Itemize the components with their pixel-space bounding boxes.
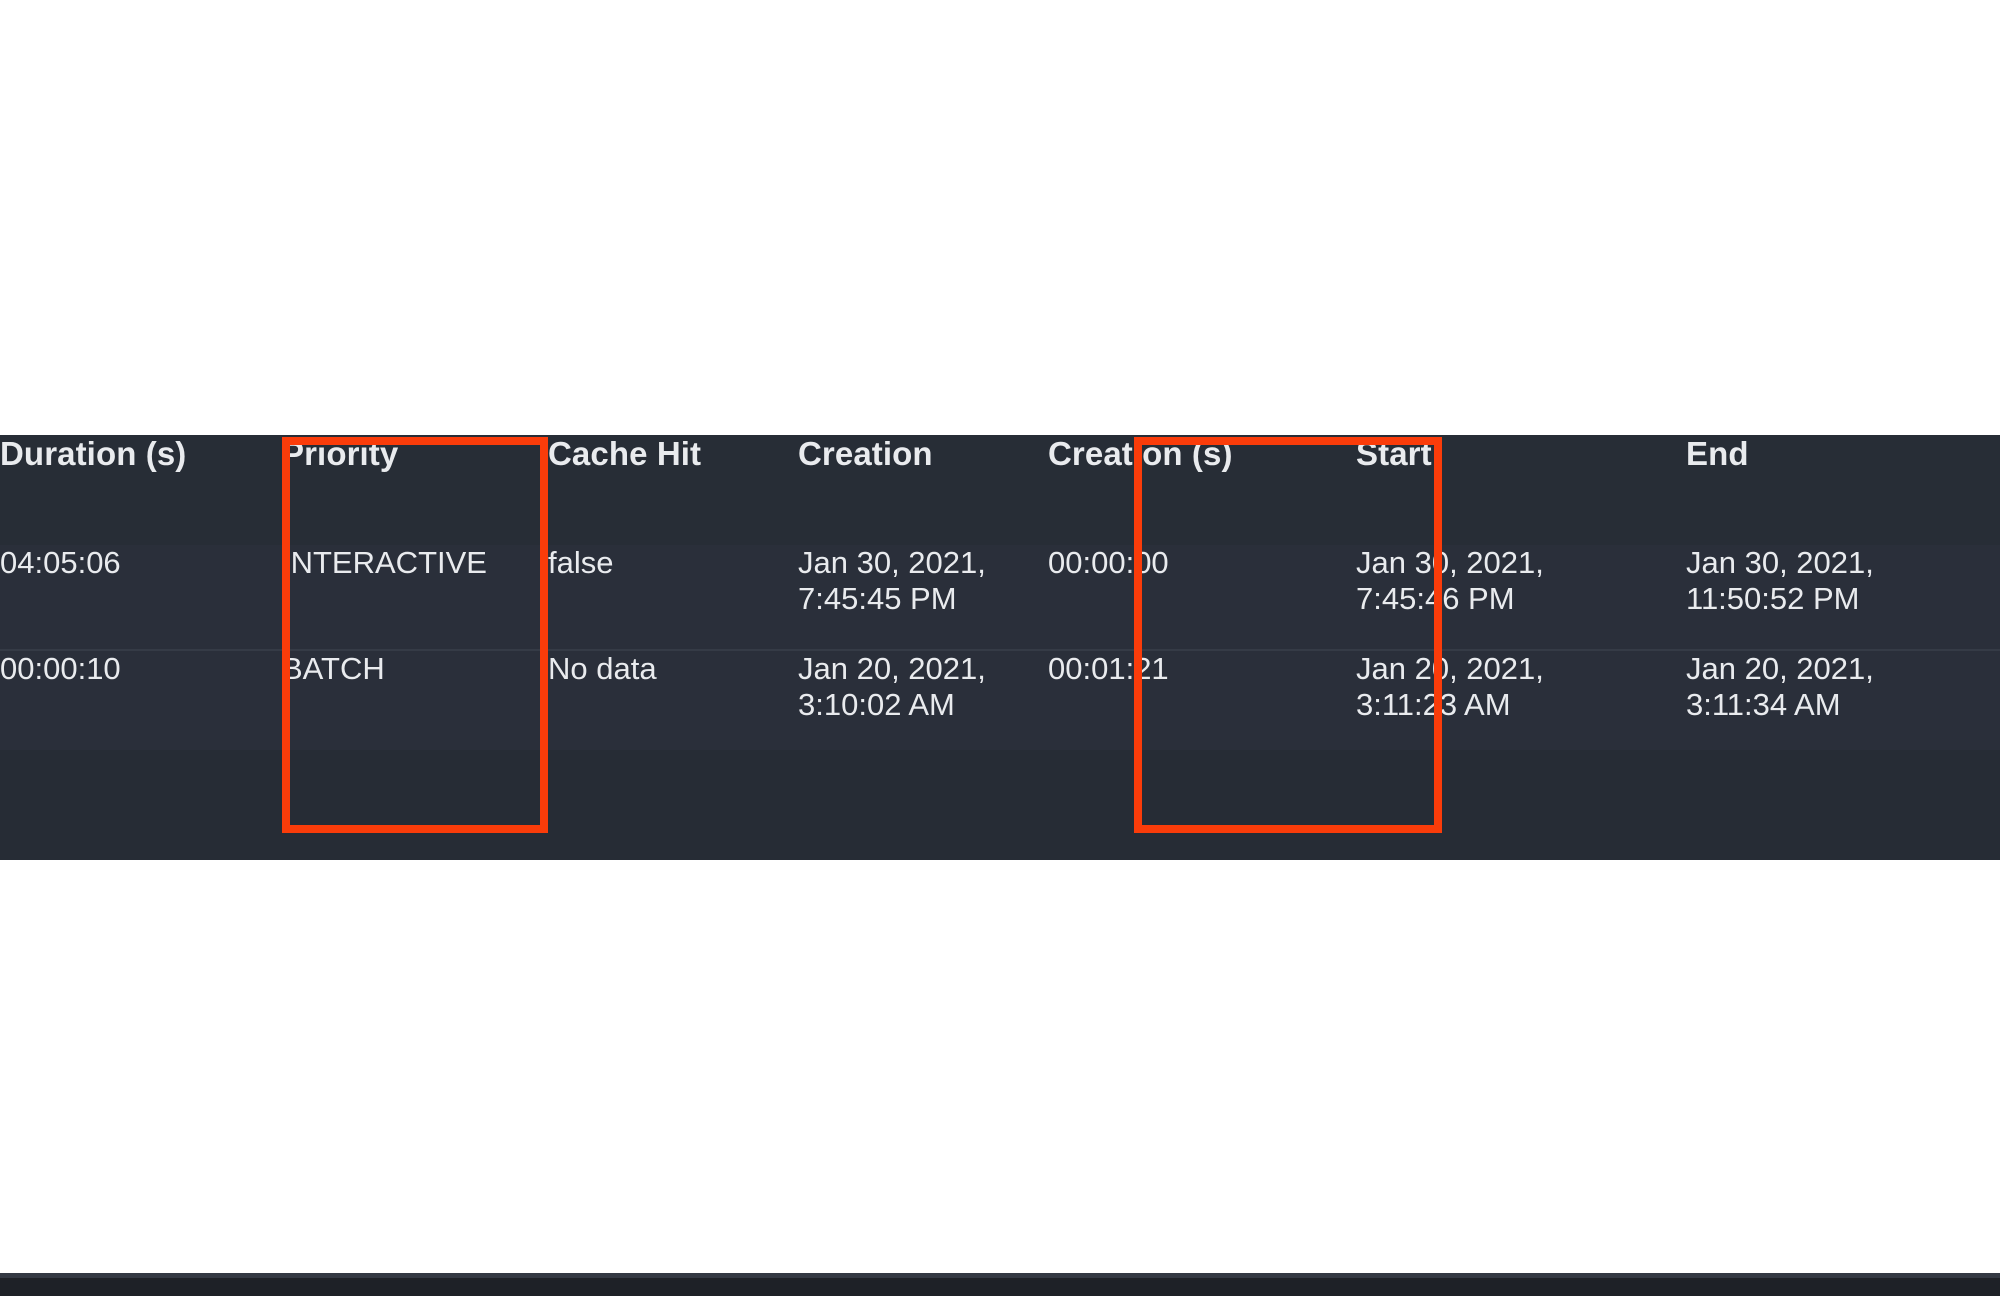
column-header-duration[interactable]: Duration (s) <box>0 435 282 545</box>
cell-cache-hit: No data <box>548 649 798 750</box>
start-date: Jan 30, 2021, <box>1356 545 1544 580</box>
duration-value: 00:00:10 <box>0 651 121 686</box>
cell-cache-hit: false <box>548 545 798 650</box>
cell-creation: Jan 30, 2021, 7:45:45 PM <box>798 545 1048 650</box>
horizontal-scrollbar[interactable] <box>0 1278 2000 1296</box>
column-header-cache-hit[interactable]: Cache Hit <box>548 435 798 545</box>
cell-priority: INTERACTIVE <box>282 545 548 650</box>
cell-creation: Jan 20, 2021, 3:10:02 AM <box>798 649 1048 750</box>
column-header-start[interactable]: Start <box>1356 435 1686 545</box>
column-header-end[interactable]: End <box>1686 435 2000 545</box>
cell-end: Jan 20, 2021, 3:11:34 AM <box>1686 649 2000 750</box>
table-body: 04:05:06 INTERACTIVE false Jan 30, 2021,… <box>0 545 2000 750</box>
creation-seconds-value: 00:00:00 <box>1048 545 1169 580</box>
column-header-creation[interactable]: Creation <box>798 435 1048 545</box>
column-header-priority[interactable]: Priority <box>282 435 548 545</box>
cell-duration: 00:00:10 <box>0 649 282 750</box>
priority-value: BATCH <box>282 651 385 686</box>
cell-start: Jan 20, 2021, 3:11:23 AM <box>1356 649 1686 750</box>
cell-creation-seconds: 00:00:00 <box>1048 545 1356 650</box>
cell-start: Jan 30, 2021, 7:45:46 PM <box>1356 545 1686 650</box>
start-date: Jan 20, 2021, <box>1356 651 1544 686</box>
start-time: 3:11:23 AM <box>1356 687 1511 722</box>
creation-date: Jan 20, 2021, <box>798 651 986 686</box>
cache-hit-value: false <box>548 545 614 580</box>
cell-duration: 04:05:06 <box>0 545 282 650</box>
creation-seconds-value: 00:01:21 <box>1048 651 1169 686</box>
cell-priority: BATCH <box>282 649 548 750</box>
job-results-table: Duration (s) Priority Cache Hit Creation… <box>0 435 2000 750</box>
duration-value: 04:05:06 <box>0 545 121 580</box>
cell-creation-seconds: 00:01:21 <box>1048 649 1356 750</box>
priority-value: INTERACTIVE <box>282 545 487 580</box>
results-table-container: Duration (s) Priority Cache Hit Creation… <box>0 435 2000 1296</box>
column-header-creation-seconds[interactable]: Creation (s) <box>1048 435 1356 545</box>
end-date: Jan 30, 2021, <box>1686 545 1874 580</box>
end-time: 3:11:34 AM <box>1686 687 1841 722</box>
creation-time: 7:45:45 PM <box>798 581 957 616</box>
table-header: Duration (s) Priority Cache Hit Creation… <box>0 435 2000 545</box>
table-row[interactable]: 04:05:06 INTERACTIVE false Jan 30, 2021,… <box>0 545 2000 650</box>
cache-hit-value: No data <box>548 651 657 686</box>
creation-time: 3:10:02 AM <box>798 687 955 722</box>
table-row[interactable]: 00:00:10 BATCH No data Jan 20, 2021, 3:1… <box>0 649 2000 750</box>
end-time: 11:50:52 PM <box>1686 581 1860 616</box>
end-date: Jan 20, 2021, <box>1686 651 1874 686</box>
cell-end: Jan 30, 2021, 11:50:52 PM <box>1686 545 2000 650</box>
creation-date: Jan 30, 2021, <box>798 545 986 580</box>
start-time: 7:45:46 PM <box>1356 581 1515 616</box>
table-header-row: Duration (s) Priority Cache Hit Creation… <box>0 435 2000 545</box>
